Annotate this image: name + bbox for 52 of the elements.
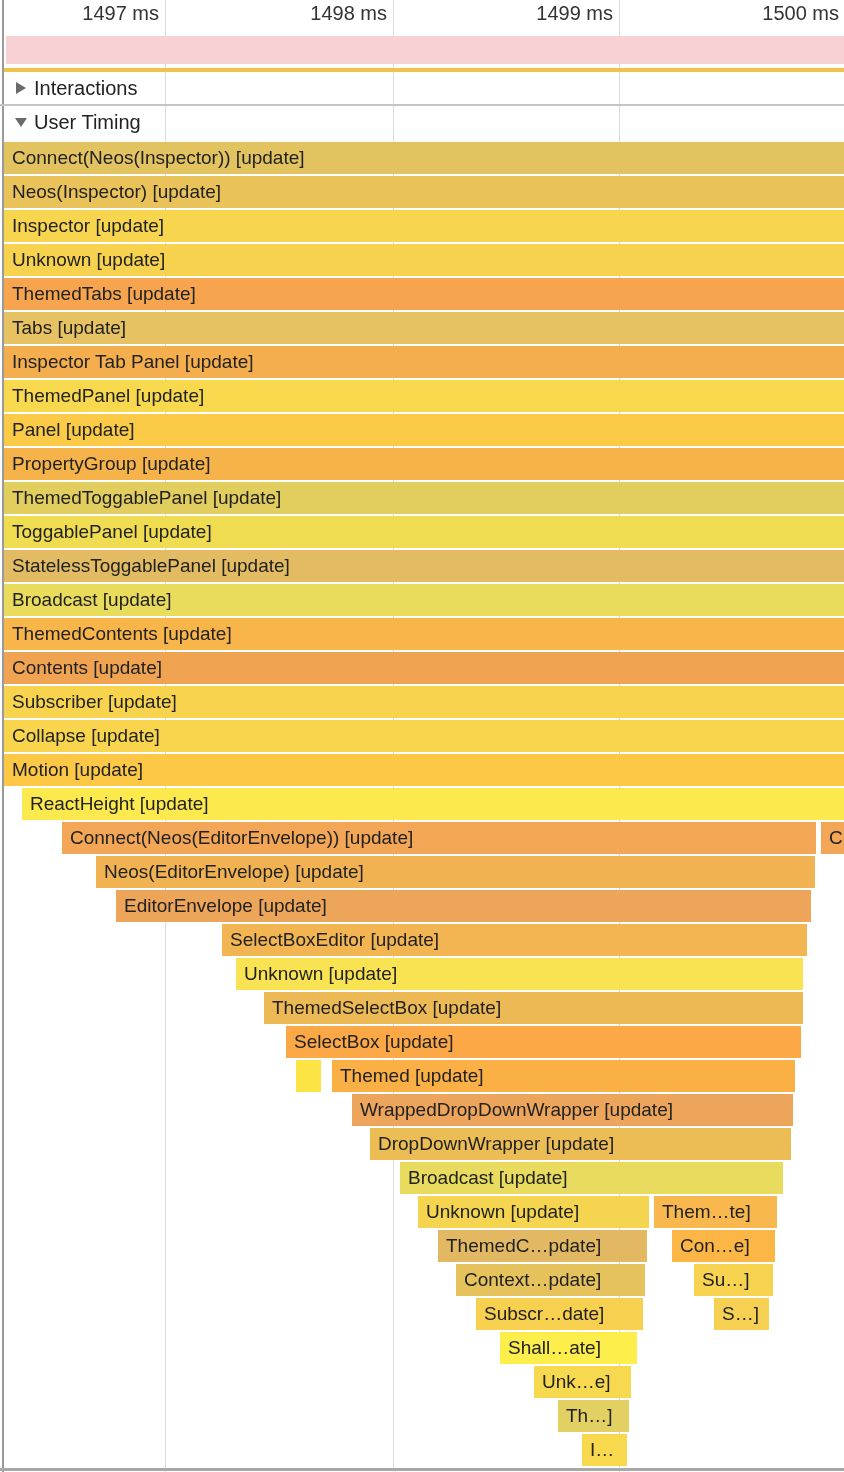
time-tick-label: 1498 ms [310,2,387,25]
flame-bar[interactable]: StatelessToggablePanel [update] [4,550,844,582]
flame-bar[interactable]: WrappedDropDownWrapper [update] [352,1094,793,1126]
flame-bar[interactable]: Neos(EditorEnvelope) [update] [96,856,815,888]
flame-bar[interactable]: Tabs [update] [4,312,844,344]
flame-bar[interactable]: Con…e] [672,1230,775,1262]
flame-bar[interactable]: ThemedToggablePanel [update] [4,482,844,514]
flame-bar[interactable]: ReactHeight [update] [22,788,844,820]
flame-bar[interactable]: Unknown [update] [236,958,803,990]
flame-bar[interactable]: Neos(Inspector) [update] [4,176,844,208]
flame-bar[interactable]: C [821,822,844,854]
down-triangle-icon[interactable] [14,115,28,129]
flame-bar[interactable]: Unknown [update] [4,244,844,276]
flame-bar[interactable]: PropertyGroup [update] [4,448,844,480]
flame-bar[interactable]: Unk…e] [534,1366,631,1398]
time-tick-label: 1497 ms [82,2,159,25]
flame-bar[interactable]: Motion [update] [4,754,844,786]
flame-bar[interactable]: Shall…ate] [500,1332,637,1364]
track-label[interactable]: Interactions [34,76,138,100]
flame-bar[interactable]: Connect(Neos(Inspector)) [update] [4,142,844,174]
right-triangle-icon[interactable] [14,81,28,95]
flame-bar[interactable]: Unknown [update] [418,1196,649,1228]
flame-bar[interactable]: ThemedPanel [update] [4,380,844,412]
flame-bar[interactable]: ThemedSelectBox [update] [264,992,803,1024]
flame-bar[interactable]: ToggablePanel [update] [4,516,844,548]
flame-bar[interactable]: SelectBoxEditor [update] [222,924,807,956]
time-tick-label: 1499 ms [536,2,613,25]
flame-bar[interactable]: Context…pdate] [456,1264,645,1296]
track-label[interactable]: User Timing [34,110,141,134]
flame-bar[interactable]: ThemedContents [update] [4,618,844,650]
flame-bar[interactable]: S…] [714,1298,769,1330]
flame-bar[interactable]: DropDownWrapper [update] [370,1128,791,1160]
flame-bar[interactable]: Inspector [update] [4,210,844,242]
flame-bar[interactable]: Broadcast [update] [400,1162,783,1194]
flame-bar[interactable]: Panel [update] [4,414,844,446]
flame-bar[interactable]: ThemedC…pdate] [438,1230,647,1262]
flame-bar[interactable]: Subscr…date] [476,1298,643,1330]
flame-bar[interactable]: I… [582,1434,627,1466]
flame-bar[interactable]: Contents [update] [4,652,844,684]
flame-bar[interactable]: Inspector Tab Panel [update] [4,346,844,378]
flame-bar[interactable]: Su…] [694,1264,773,1296]
flame-bar[interactable]: Connect(Neos(EditorEnvelope)) [update] [62,822,816,854]
time-tick-label: 1500 ms [762,2,839,25]
flame-bar[interactable]: Th…] [558,1400,629,1432]
flame-bar[interactable]: EditorEnvelope [update] [116,890,811,922]
flame-bar[interactable]: Broadcast [update] [4,584,844,616]
flame-bar[interactable]: Collapse [update] [4,720,844,752]
flame-bar[interactable]: ThemedTabs [update] [4,278,844,310]
flame-bar[interactable]: SelectBox [update] [286,1026,801,1058]
flame-bar[interactable]: Themed [update] [332,1060,795,1092]
flame-bar[interactable]: Them…te] [654,1196,777,1228]
flame-bar[interactable]: Subscriber [update] [4,686,844,718]
